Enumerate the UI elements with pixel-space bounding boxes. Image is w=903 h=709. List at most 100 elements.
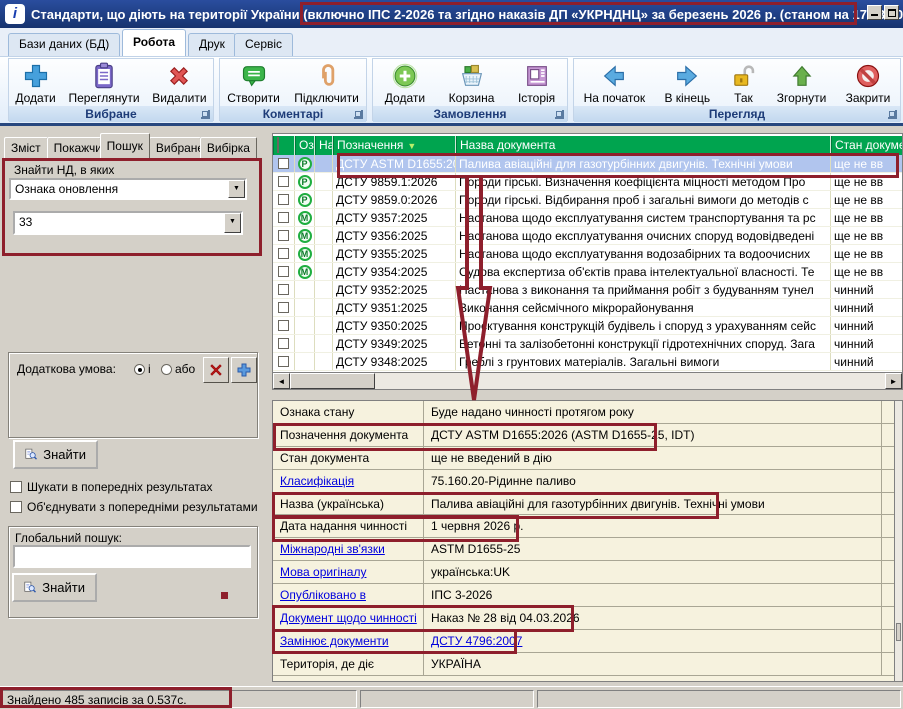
header-designation[interactable]: Позначення▼ bbox=[333, 136, 456, 155]
results-table: Озн Наз Позначення▼ Назва документа Стан… bbox=[272, 133, 903, 390]
orders-basket-button[interactable]: Корзина bbox=[443, 61, 501, 106]
detail-field-label: Позначення документа bbox=[273, 424, 424, 446]
find-button[interactable]: Знайти bbox=[13, 440, 98, 469]
sidebar-tab-search[interactable]: Пошук bbox=[100, 133, 150, 160]
table-row[interactable]: PДСТУ 9859.0:2026Породи гірські. Відбира… bbox=[273, 191, 902, 209]
radio-and[interactable]: і bbox=[134, 362, 151, 376]
table-row[interactable]: MДСТУ 9356:2025Настанова щодо експлуатув… bbox=[273, 227, 902, 245]
dialog-launcher-icon[interactable] bbox=[354, 110, 363, 119]
row-select-cell[interactable] bbox=[273, 209, 295, 226]
detail-value-link[interactable]: ДСТУ 4796:2007 bbox=[431, 634, 522, 648]
scroll-left-button[interactable]: ◄ bbox=[273, 373, 290, 389]
row-checkbox[interactable] bbox=[278, 194, 289, 205]
row-select-cell[interactable] bbox=[273, 353, 295, 370]
remove-condition-button[interactable] bbox=[203, 357, 229, 383]
row-select-cell[interactable] bbox=[273, 263, 295, 280]
dialog-launcher-icon[interactable] bbox=[555, 110, 564, 119]
row-checkbox[interactable] bbox=[278, 266, 289, 277]
scroll-right-button[interactable]: ► bbox=[885, 373, 902, 389]
table-row[interactable]: ДСТУ 9351:2025Виконання сейсмічного мікр… bbox=[273, 299, 902, 317]
row-checkbox[interactable] bbox=[278, 248, 289, 259]
merge-previous-checkbox[interactable]: Об'єднувати з попередніми результатами bbox=[10, 500, 266, 514]
row-select-cell[interactable] bbox=[273, 299, 295, 316]
row-checkbox[interactable] bbox=[278, 320, 289, 331]
row-select-cell[interactable] bbox=[273, 335, 295, 352]
select-all-header[interactable] bbox=[273, 136, 295, 155]
detail-field-label[interactable]: Класифікація bbox=[273, 470, 424, 492]
search-previous-checkbox[interactable]: Шукати в попередніх результатах bbox=[10, 480, 266, 494]
scroll-thumb[interactable] bbox=[896, 623, 901, 641]
search-field-combobox[interactable]: Ознака оновлення ▼ bbox=[9, 178, 247, 200]
favorites-add-button[interactable]: Додати bbox=[9, 61, 61, 106]
favorites-view-button[interactable]: Переглянути bbox=[62, 61, 145, 106]
table-row[interactable]: MДСТУ 9354:2025Судова експертиза об'єкті… bbox=[273, 263, 902, 281]
search-value-combobox[interactable]: 33 ▼ bbox=[13, 211, 243, 235]
row-select-cell[interactable] bbox=[273, 173, 295, 190]
detail-field-label[interactable]: Опубліковано в bbox=[273, 584, 424, 606]
row-select-cell[interactable] bbox=[273, 245, 295, 262]
detail-vertical-scrollbar[interactable] bbox=[894, 401, 902, 681]
lock-button[interactable]: Так bbox=[723, 61, 763, 106]
row-select-cell[interactable] bbox=[273, 281, 295, 298]
orders-add-button[interactable]: Додати bbox=[379, 61, 431, 106]
header-status[interactable]: Стан документа bbox=[831, 136, 902, 155]
chevron-down-icon[interactable]: ▼ bbox=[224, 213, 241, 233]
application-window: i Стандарти, що діють на території Украї… bbox=[0, 0, 903, 709]
row-checkbox[interactable] bbox=[278, 284, 289, 295]
collapse-button[interactable]: Згорнути bbox=[771, 61, 833, 106]
add-condition-button[interactable] bbox=[231, 357, 257, 383]
table-row[interactable]: ДСТУ 9348:2025Греблі з грунтових матеріа… bbox=[273, 353, 902, 371]
go-last-button[interactable]: В кінець bbox=[658, 61, 716, 106]
radio-or[interactable]: або bbox=[161, 362, 195, 376]
detail-field-label[interactable]: Замінює документи bbox=[273, 630, 424, 652]
header-name[interactable]: Назва документа bbox=[456, 136, 831, 155]
maximize-button[interactable] bbox=[884, 5, 899, 20]
row-checkbox[interactable] bbox=[278, 176, 289, 187]
sidebar-tab-selection[interactable]: Вибірка bbox=[200, 137, 257, 160]
row-select-cell[interactable] bbox=[273, 155, 295, 172]
tab-service[interactable]: Сервіс bbox=[234, 33, 293, 56]
sidebar-tab-strip: Зміст Покажчи Пошук Вибране Вибірка bbox=[4, 132, 266, 160]
table-row[interactable]: PДСТУ ASTM D1655:2026 (Палива авіаційні … bbox=[273, 155, 902, 173]
row-checkbox[interactable] bbox=[278, 158, 289, 169]
row-select-cell[interactable] bbox=[273, 191, 295, 208]
table-row[interactable]: ДСТУ 9349:2025Бетонні та залізобетонні к… bbox=[273, 335, 902, 353]
comments-create-button[interactable]: Створити bbox=[221, 61, 286, 106]
row-checkbox[interactable] bbox=[278, 230, 289, 241]
sidebar-tab-favorites[interactable]: Вибране bbox=[149, 137, 201, 160]
go-first-button[interactable]: На початок bbox=[578, 61, 652, 106]
row-checkbox[interactable] bbox=[278, 302, 289, 313]
tab-databases[interactable]: Бази даних (БД) bbox=[8, 33, 120, 56]
table-row[interactable]: ДСТУ 9352:2025Настанова з виконання та п… bbox=[273, 281, 902, 299]
comments-attach-button[interactable]: Підключити bbox=[288, 61, 365, 106]
table-row[interactable]: PДСТУ 9859.1:2026Породи гірські. Визначе… bbox=[273, 173, 902, 191]
row-checkbox[interactable] bbox=[278, 212, 289, 223]
dialog-launcher-icon[interactable] bbox=[888, 110, 897, 119]
dialog-launcher-icon[interactable] bbox=[201, 110, 210, 119]
horizontal-scrollbar[interactable]: ◄ ► bbox=[273, 372, 902, 389]
chevron-down-icon[interactable]: ▼ bbox=[228, 180, 245, 198]
table-row[interactable]: MДСТУ 9357:2025Настанова щодо експлуатув… bbox=[273, 209, 902, 227]
sidebar-tab-indexes[interactable]: Покажчи bbox=[47, 137, 101, 160]
detail-field-label[interactable]: Документ щодо чинності bbox=[273, 607, 424, 629]
tab-work[interactable]: Робота bbox=[122, 29, 186, 56]
row-select-cell[interactable] bbox=[273, 227, 295, 244]
row-checkbox[interactable] bbox=[278, 356, 289, 367]
tab-print[interactable]: Друк bbox=[188, 33, 236, 56]
header-mark[interactable]: Озн bbox=[295, 136, 315, 155]
sidebar-tab-contents[interactable]: Зміст bbox=[4, 137, 48, 160]
table-row[interactable]: ДСТУ 9350:2025Проєктування конструкцій б… bbox=[273, 317, 902, 335]
detail-field-label[interactable]: Міжнародні зв'язки bbox=[273, 538, 424, 560]
row-checkbox[interactable] bbox=[278, 338, 289, 349]
header-extra[interactable]: Наз bbox=[315, 136, 333, 155]
orders-history-button[interactable]: Історія bbox=[512, 61, 561, 106]
close-button[interactable]: Закрити bbox=[840, 61, 897, 106]
minimize-button[interactable] bbox=[867, 5, 882, 20]
row-select-cell[interactable] bbox=[273, 317, 295, 334]
favorites-delete-button[interactable]: Видалити bbox=[146, 61, 212, 106]
scroll-thumb[interactable] bbox=[290, 373, 375, 389]
global-find-button[interactable]: Знайти bbox=[12, 573, 97, 602]
table-row[interactable]: MДСТУ 9355:2025Настанова щодо експлуатув… bbox=[273, 245, 902, 263]
detail-field-label[interactable]: Мова оригіналу bbox=[273, 561, 424, 583]
global-search-input[interactable] bbox=[13, 545, 251, 568]
